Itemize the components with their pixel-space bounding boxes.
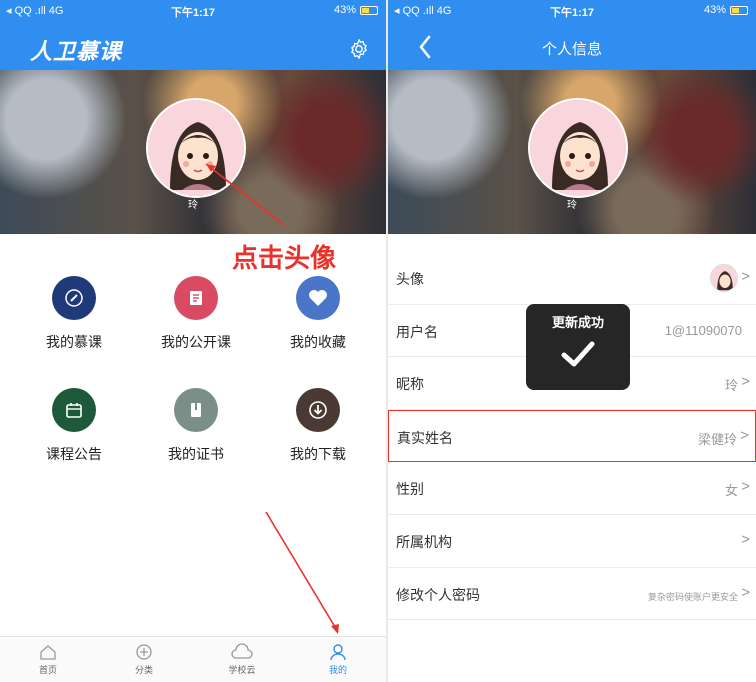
tab-home[interactable]: 首页 — [0, 643, 96, 676]
checkmark-icon — [561, 341, 595, 367]
menu-label: 我的下载 — [290, 446, 346, 462]
row-value: 梁健玲 — [697, 431, 737, 447]
tab-label: 我的 — [328, 665, 347, 675]
menu-label: 我的收藏 — [290, 334, 346, 350]
profile-name: 玲 — [567, 200, 577, 211]
book-icon — [174, 388, 218, 432]
tab-school-cloud[interactable]: 学校云 — [194, 643, 290, 676]
document-icon — [174, 276, 218, 320]
row-value: 女 — [724, 483, 738, 499]
row-institution[interactable]: 所属机构 > — [388, 515, 756, 568]
row-change-password[interactable]: 修改个人密码 复杂密码使账户更安全 > — [388, 568, 756, 621]
chevron-right-icon: > — [741, 373, 750, 391]
calendar-icon — [52, 388, 96, 432]
menu-my-downloads[interactable]: 我的下载 — [254, 388, 382, 464]
menu-label: 课程公告 — [46, 446, 102, 462]
menu-my-open-course[interactable]: 我的公开课 — [132, 276, 260, 352]
status-right: 43% — [704, 4, 748, 16]
chevron-right-icon: > — [740, 426, 749, 444]
battery-icon — [730, 5, 748, 15]
menu-my-mooc[interactable]: 我的慕课 — [10, 276, 138, 352]
menu-course-notice[interactable]: 课程公告 — [10, 388, 138, 464]
menu-my-favorites[interactable]: 我的收藏 — [254, 276, 382, 352]
menu-label: 我的公开课 — [161, 334, 231, 350]
download-icon — [296, 388, 340, 432]
avatar-thumbnail — [710, 264, 738, 292]
chevron-right-icon: > — [741, 268, 750, 285]
menu-label: 我的慕课 — [46, 334, 102, 350]
menu-label: 我的证书 — [168, 446, 224, 462]
row-label: 性别 — [396, 481, 424, 498]
chevron-right-icon: > — [741, 530, 750, 548]
home-screen: ◂ QQ .ıll 4G 下午1:17 43% 人卫慕课 玲 点击头像 我的慕课… — [0, 0, 386, 682]
pencil-icon — [52, 276, 96, 320]
menu-my-certificates[interactable]: 我的证书 — [132, 388, 260, 464]
row-hint: 复杂密码使账户更安全 — [647, 591, 738, 602]
row-label: 真实姓名 — [397, 429, 453, 446]
row-label: 昵称 — [396, 376, 424, 393]
bottom-tab-bar: 首页 分类 学校云 我的 — [0, 636, 386, 682]
profile-info-screen: ◂ QQ .ıll 4G 下午1:17 43% 个人信息 玲 头像 > 用户名 … — [388, 0, 756, 682]
row-label: 用户名 — [396, 323, 438, 340]
row-gender[interactable]: 性别 女 > — [388, 462, 756, 515]
person-icon — [330, 644, 346, 661]
chevron-right-icon: > — [741, 478, 750, 496]
chevron-right-icon: > — [741, 583, 750, 601]
home-icon — [40, 645, 56, 660]
row-label: 修改个人密码 — [396, 586, 480, 603]
profile-avatar[interactable] — [528, 98, 628, 198]
tab-label: 学校云 — [228, 665, 256, 675]
profile-banner: 玲 — [388, 70, 756, 234]
row-avatar[interactable]: 头像 > — [388, 252, 756, 305]
row-real-name[interactable]: 真实姓名 梁健玲 > — [388, 409, 756, 463]
status-bar: ◂ QQ .ıll 4G 下午1:17 43% — [388, 0, 756, 22]
row-label: 所属机构 — [396, 533, 452, 550]
heart-icon — [296, 276, 340, 320]
avatar-illustration — [530, 100, 626, 196]
tab-label: 分类 — [134, 665, 153, 675]
row-value: 玲 — [724, 378, 738, 394]
tab-mine[interactable]: 我的 — [290, 643, 386, 676]
page-title: 个人信息 — [541, 41, 602, 58]
row-value: 1@11090070 — [664, 322, 742, 338]
tab-category[interactable]: 分类 — [96, 643, 192, 676]
battery-percent: 43% — [703, 4, 726, 16]
cloud-icon — [231, 643, 253, 659]
success-toast: 更新成功 — [526, 304, 630, 390]
toast-message: 更新成功 — [551, 315, 604, 330]
tab-label: 首页 — [38, 665, 57, 675]
status-time: 下午1:17 — [549, 7, 595, 19]
plus-circle-icon — [136, 644, 152, 660]
row-label: 头像 — [396, 271, 424, 287]
app-header: ◂ QQ .ıll 4G 下午1:17 43% 个人信息 — [388, 0, 756, 70]
